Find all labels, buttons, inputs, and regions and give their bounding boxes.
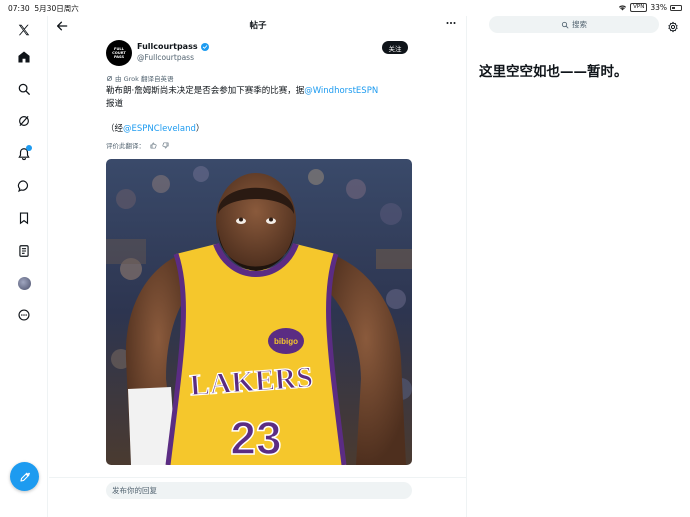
follow-button[interactable]: 关注 — [382, 41, 408, 54]
rate-translation-label: 评价此翻译： — [106, 142, 145, 150]
wifi-icon — [619, 5, 627, 11]
avatar — [17, 276, 31, 290]
gear-icon — [668, 21, 678, 33]
post-text-main: 勒布朗·詹姆斯尚未决定是否会参加下赛季的比赛，据 — [106, 86, 305, 96]
search-small-icon — [561, 21, 569, 28]
thumbs-up-icon[interactable] — [150, 142, 157, 149]
post-image[interactable]: bibigo LAKERS 23 — [106, 159, 412, 465]
via-close: ） — [195, 124, 205, 134]
post-text-suffix: 报道 — [106, 99, 124, 109]
search-box[interactable]: 搜索 — [489, 16, 659, 33]
jersey-number-text: 23 — [230, 412, 281, 464]
main-column: 帖子 FULL COURT PASS Fullcourtpass @Fullco… — [49, 16, 467, 517]
author-avatar[interactable]: FULL COURT PASS — [106, 40, 132, 66]
post-text: 勒布朗·詹姆斯尚未决定是否会参加下赛季的比赛，据@WindhorstESPN 报道 — [106, 85, 416, 111]
more-options-button[interactable] — [445, 16, 457, 33]
author-handle[interactable]: @Fullcourtpass — [137, 53, 194, 62]
thumbs-down-icon[interactable] — [162, 142, 169, 149]
notifications-icon[interactable] — [14, 144, 34, 164]
messages-icon[interactable] — [14, 176, 34, 196]
verified-badge-icon — [200, 42, 209, 51]
mention-link-windhorst[interactable]: @WindhorstESPN — [304, 86, 378, 96]
grok-icon[interactable] — [14, 111, 34, 131]
battery-percent: 33% — [650, 3, 667, 12]
right-panel: 搜索 这里空空如也——暂时。 — [468, 16, 690, 517]
app-window: 07:30 5月30日周六 VPN 33% 帖子 FULL COURT PASS… — [0, 0, 690, 517]
mention-link-espncleveland[interactable]: @ESPNCleveland — [123, 124, 196, 134]
via-open: （经 — [106, 124, 124, 134]
search-placeholder: 搜索 — [572, 20, 587, 29]
author-name[interactable]: Fullcourtpass — [137, 42, 198, 51]
status-bar: 07:30 5月30日周六 VPN 33% — [0, 0, 690, 16]
more-icon[interactable] — [14, 305, 34, 325]
status-date: 5月30日周六 — [34, 4, 79, 13]
left-sidebar — [0, 16, 48, 517]
compose-button[interactable] — [10, 462, 39, 491]
page-title: 帖子 — [249, 21, 267, 31]
translation-note: 由 Grok 翻译自英语 — [106, 73, 173, 83]
settings-button[interactable] — [667, 18, 680, 33]
bookmarks-icon[interactable] — [14, 208, 34, 228]
empty-state-message: 这里空空如也——暂时。 — [479, 64, 628, 80]
divider — [49, 477, 467, 478]
x-logo-icon[interactable] — [14, 20, 34, 40]
search-icon[interactable] — [14, 79, 34, 99]
sponsor-patch-text: bibigo — [274, 337, 298, 346]
ellipsis-icon — [446, 22, 456, 24]
status-clock: 07:30 — [8, 4, 30, 13]
post-header: 帖子 — [49, 16, 467, 34]
battery-icon — [670, 4, 682, 11]
status-time: 07:30 5月30日周六 — [8, 3, 79, 14]
avatar-text-line3: PASS — [113, 55, 125, 60]
rate-translation-row: 评价此翻译： — [106, 140, 169, 150]
head — [216, 173, 296, 269]
home-icon[interactable] — [14, 47, 34, 67]
post-via-line: （经@ESPNCleveland） — [106, 123, 204, 136]
vpn-badge: VPN — [630, 3, 648, 12]
author-name-row[interactable]: Fullcourtpass — [137, 42, 209, 51]
lists-icon[interactable] — [14, 241, 34, 261]
reply-input[interactable]: 发布你的回复 — [106, 482, 412, 499]
status-indicators: VPN 33% — [618, 3, 682, 12]
player-illustration: bibigo LAKERS 23 — [106, 159, 412, 465]
translation-note-text: 由 Grok 翻译自英语 — [115, 75, 174, 83]
notification-badge — [26, 145, 32, 151]
grok-small-icon — [106, 75, 113, 81]
compose-icon — [19, 472, 30, 482]
profile-avatar-icon[interactable] — [14, 273, 34, 293]
